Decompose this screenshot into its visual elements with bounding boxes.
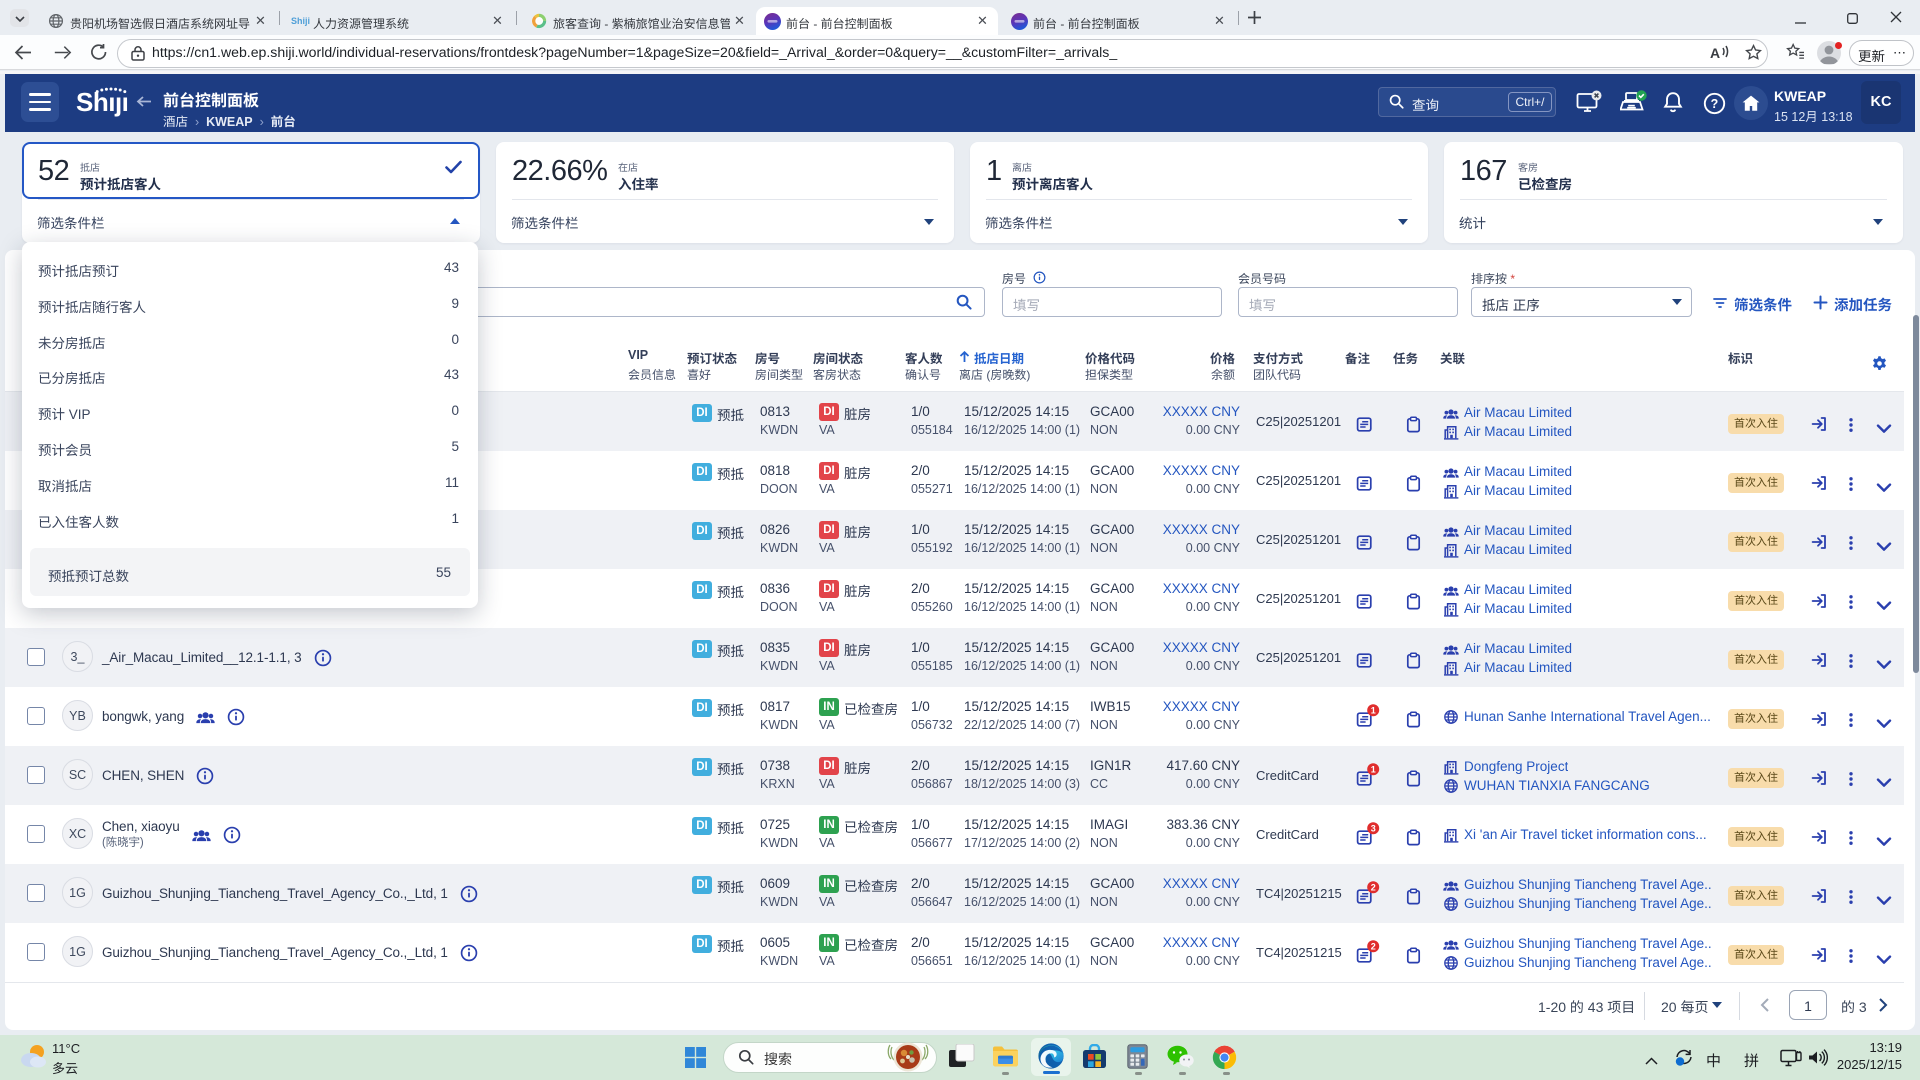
svg-text:1: 1 [1371, 705, 1376, 715]
svg-text:?: ? [1711, 97, 1719, 111]
svg-text:3: 3 [1371, 823, 1376, 833]
svg-text:A: A [1710, 45, 1720, 61]
svg-text:1: 1 [1371, 764, 1376, 774]
svg-text:2: 2 [1371, 941, 1376, 951]
svg-text:2: 2 [1371, 882, 1376, 892]
